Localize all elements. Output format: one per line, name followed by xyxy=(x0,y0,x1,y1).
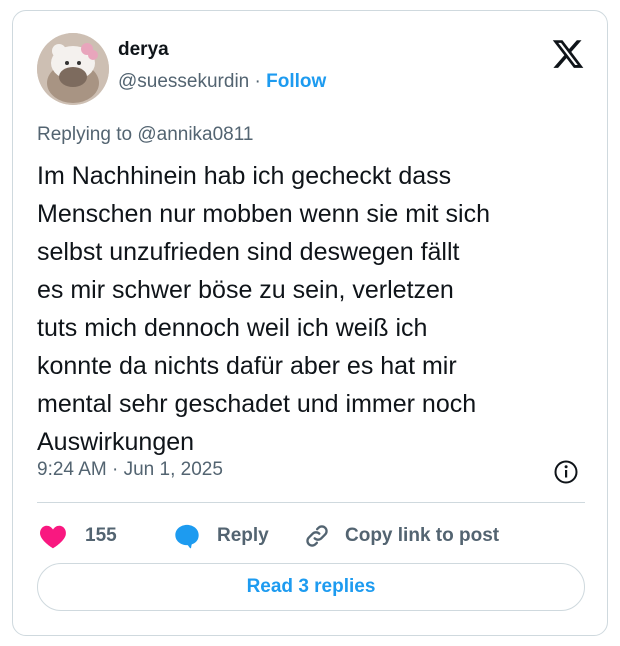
read-replies-button[interactable]: Read 3 replies xyxy=(37,563,585,611)
info-icon[interactable] xyxy=(553,459,579,485)
link-icon xyxy=(303,522,331,550)
post-card: derya @suessekurdin · Follow Replying to… xyxy=(12,10,608,636)
divider xyxy=(37,502,585,503)
reply-button[interactable]: Reply xyxy=(173,516,269,556)
replying-to[interactable]: Replying to @annika0811 xyxy=(37,124,253,146)
copy-link-button[interactable]: Copy link to post xyxy=(303,516,499,556)
copy-link-label: Copy link to post xyxy=(345,525,500,546)
author-name[interactable]: derya xyxy=(118,39,169,61)
action-bar: 155 Reply Copy link to post xyxy=(37,516,585,556)
author-handle-row: @suessekurdin · Follow xyxy=(118,71,326,93)
reply-bubble-icon xyxy=(173,522,201,550)
avatar-image xyxy=(37,33,109,105)
like-button[interactable]: 155 xyxy=(39,516,117,556)
reply-label: Reply xyxy=(217,525,269,546)
post-timestamp[interactable]: 9:24 AM · Jun 1, 2025 xyxy=(37,459,223,481)
heart-icon xyxy=(39,523,67,549)
follow-button[interactable]: Follow xyxy=(266,71,326,92)
like-count: 155 xyxy=(85,525,117,546)
x-logo-icon[interactable] xyxy=(551,37,585,71)
separator: · xyxy=(254,71,261,92)
post-text: Im Nachhinein hab ich gecheckt dass Mens… xyxy=(37,162,491,456)
avatar[interactable] xyxy=(37,33,109,105)
author-handle[interactable]: @suessekurdin xyxy=(118,71,249,92)
